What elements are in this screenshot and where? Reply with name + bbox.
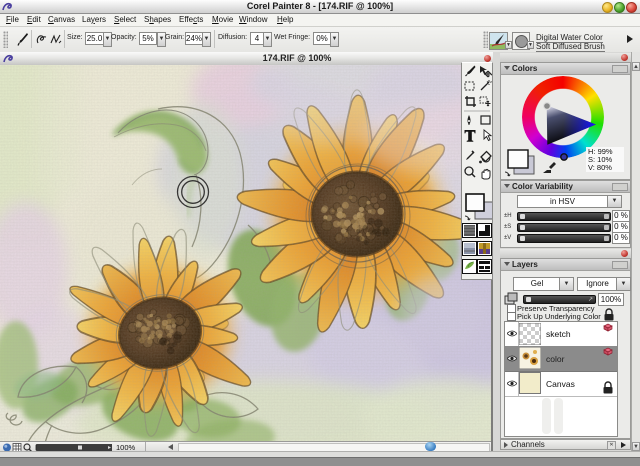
svg-text:V: 80%: V: 80% xyxy=(588,163,612,172)
